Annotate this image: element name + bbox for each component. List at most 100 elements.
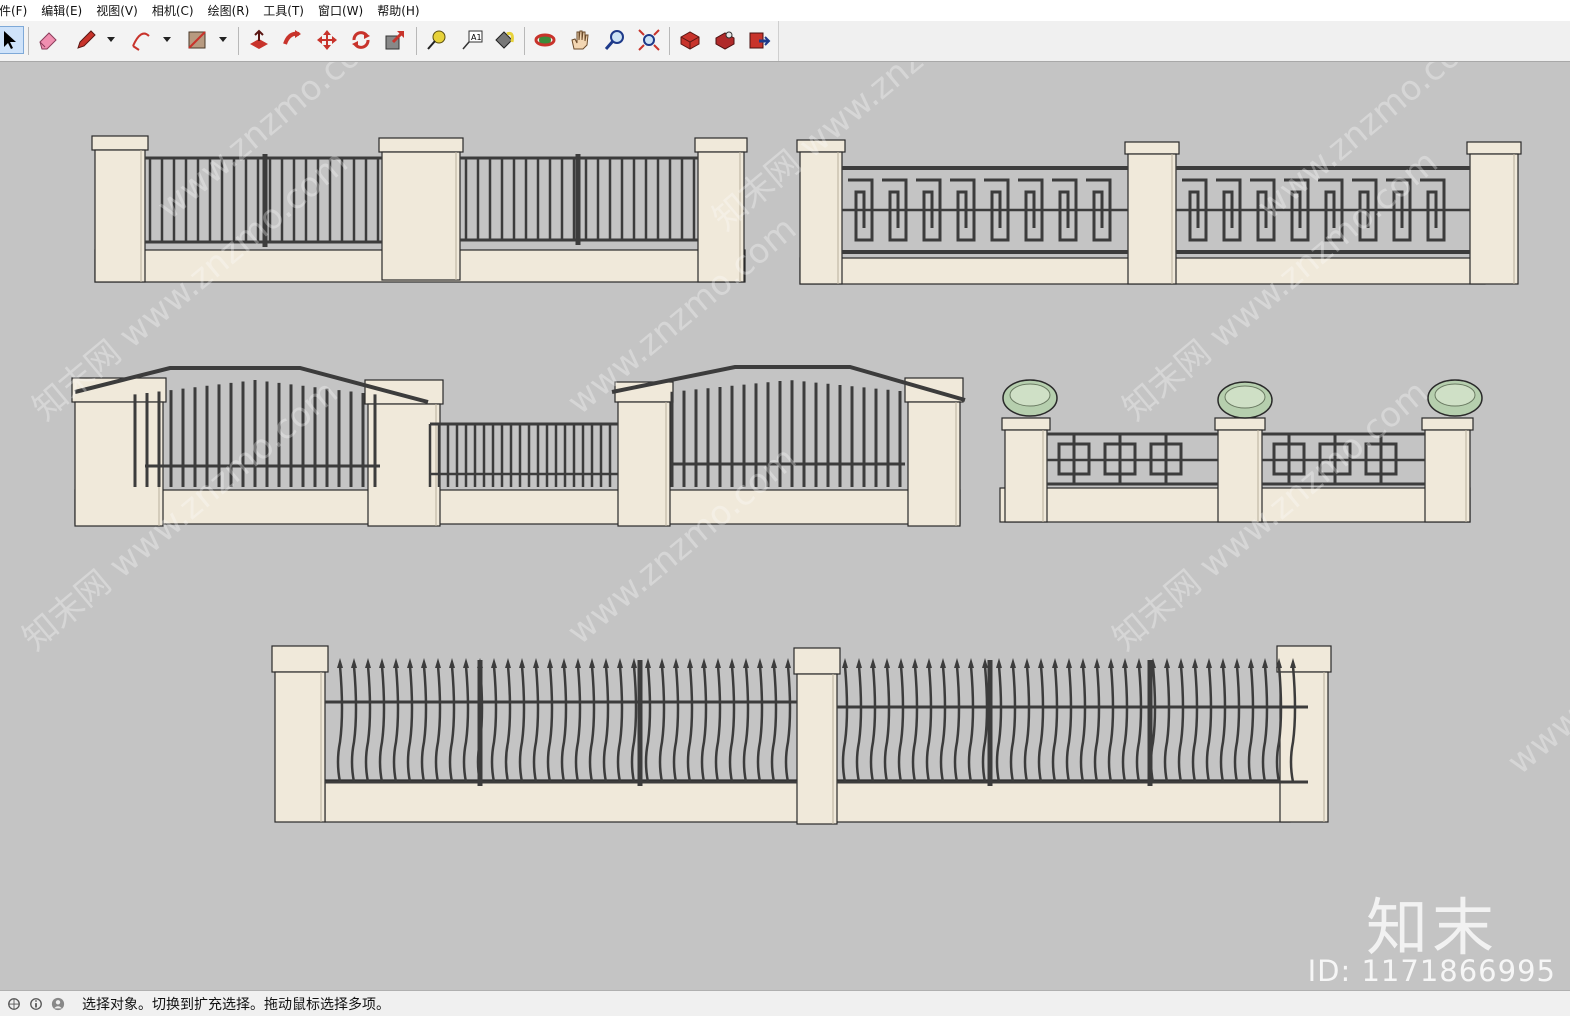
spear-bar — [925, 665, 933, 783]
spear-tip — [617, 658, 623, 668]
spear-tip — [870, 658, 876, 668]
spear-bar — [1009, 665, 1017, 783]
spear-bar — [742, 665, 750, 783]
spear-bar — [462, 665, 470, 783]
spear-tip — [463, 658, 469, 668]
materials-icon[interactable] — [711, 26, 739, 54]
user-icon[interactable] — [50, 996, 66, 1012]
svg-text:A1: A1 — [471, 33, 482, 42]
spear-bar — [518, 665, 526, 783]
spear-tip — [1220, 658, 1226, 668]
zoom-icon[interactable] — [601, 26, 629, 54]
pier — [94, 149, 146, 283]
pier-cap — [271, 645, 329, 673]
arc-icon[interactable] — [127, 26, 155, 54]
chevron-down-icon[interactable] — [107, 35, 115, 43]
pier — [617, 401, 671, 527]
spear-bar — [770, 665, 778, 783]
spear-tip — [673, 658, 679, 668]
spear-bar — [995, 665, 1003, 783]
eraser-icon[interactable] — [34, 26, 62, 54]
spear-bar — [336, 665, 344, 783]
spear-tip — [603, 658, 609, 668]
pier-cap — [1421, 417, 1474, 431]
spear-bar — [1023, 665, 1031, 783]
spear-bar — [532, 665, 540, 783]
spear-bar — [869, 665, 877, 783]
spear-tip — [337, 658, 343, 668]
follow-me-icon[interactable] — [279, 26, 307, 54]
orbit-icon[interactable] — [531, 26, 559, 54]
spear-tip — [351, 658, 357, 668]
scale-icon[interactable] — [381, 26, 409, 54]
zoom-extents-icon[interactable] — [635, 26, 663, 54]
chevron-down-icon[interactable] — [163, 35, 171, 43]
toolbar-separator — [669, 27, 670, 55]
pier — [796, 673, 838, 825]
rotate-icon[interactable] — [347, 26, 375, 54]
spear-tip — [1192, 658, 1198, 668]
menu-item-7[interactable]: 帮助(H) — [377, 2, 419, 19]
spear-tip — [757, 658, 763, 668]
spear-bar — [1205, 665, 1213, 783]
chevron-down-icon[interactable] — [219, 35, 227, 43]
menu-item-5[interactable]: 工具(T) — [263, 2, 304, 19]
spear-bar — [406, 665, 414, 783]
components-icon[interactable] — [676, 26, 704, 54]
status-text: 选择对象。切换到扩充选择。拖动鼠标选择多项。 — [82, 996, 390, 1013]
spear-tip — [589, 658, 595, 668]
geolocation-icon[interactable] — [6, 996, 22, 1012]
pan-icon[interactable] — [566, 26, 594, 54]
spear-tip — [701, 658, 707, 668]
select-icon[interactable] — [0, 26, 24, 54]
rectangle-icon[interactable] — [183, 26, 211, 54]
pier — [274, 671, 326, 823]
spear-bar — [504, 665, 512, 783]
text-icon[interactable]: A1 — [458, 26, 486, 54]
spear-bar — [967, 665, 975, 783]
menu-item-3[interactable]: 相机(C) — [152, 2, 194, 19]
spear-bar — [546, 665, 554, 783]
spear-tip — [1038, 658, 1044, 668]
tape-measure-icon[interactable] — [423, 26, 451, 54]
spear-tip — [926, 658, 932, 668]
menu-item-2[interactable]: 视图(V) — [96, 2, 138, 19]
push-pull-icon[interactable] — [245, 26, 273, 54]
spear-tip — [1234, 658, 1240, 668]
model-viewport[interactable]: 知末网 www.znzmo.com www.znzmo.com 知末网 www.zn… — [0, 62, 1570, 990]
pencil-icon[interactable] — [72, 26, 100, 54]
lamp-glass — [1434, 383, 1476, 407]
watermark-id: ID: 1171866995 — [1307, 954, 1556, 988]
info-icon[interactable] — [28, 996, 44, 1012]
pier-cap — [1466, 141, 1522, 155]
pier-cap — [1001, 417, 1051, 431]
spear-tip — [1080, 658, 1086, 668]
move-icon[interactable] — [313, 26, 341, 54]
menu-item-6[interactable]: 窗口(W) — [318, 2, 363, 19]
spear-tip — [785, 658, 791, 668]
spear-tip — [743, 658, 749, 668]
spear-bar — [1247, 665, 1255, 783]
toolbar-strip: A1 — [0, 21, 779, 61]
pier-cap — [364, 379, 444, 405]
menu-bar: 件(F) 编辑(E) 视图(V) 相机(C) 绘图(R) 工具(T) 窗口(W) 帮助(H) — [0, 0, 1570, 21]
spear-bar — [378, 665, 386, 783]
paint-bucket-icon[interactable] — [490, 26, 518, 54]
spear-tip — [519, 658, 525, 668]
spear-bar — [1093, 665, 1101, 783]
spear-tip — [1108, 658, 1114, 668]
spear-tip — [898, 658, 904, 668]
menu-item-1[interactable]: 编辑(E) — [41, 2, 82, 19]
spear-tip — [547, 658, 553, 668]
spear-bar — [911, 665, 919, 783]
pier — [1424, 429, 1471, 523]
spear-bar — [883, 665, 891, 783]
menu-item-0[interactable]: 件(F) — [0, 2, 27, 19]
spear-tip — [729, 658, 735, 668]
export-icon[interactable] — [745, 26, 773, 54]
spear-tip — [842, 658, 848, 668]
spear-tip — [1094, 658, 1100, 668]
spear-bar — [756, 665, 764, 783]
spear-bar — [434, 665, 442, 783]
menu-item-4[interactable]: 绘图(R) — [208, 2, 250, 19]
